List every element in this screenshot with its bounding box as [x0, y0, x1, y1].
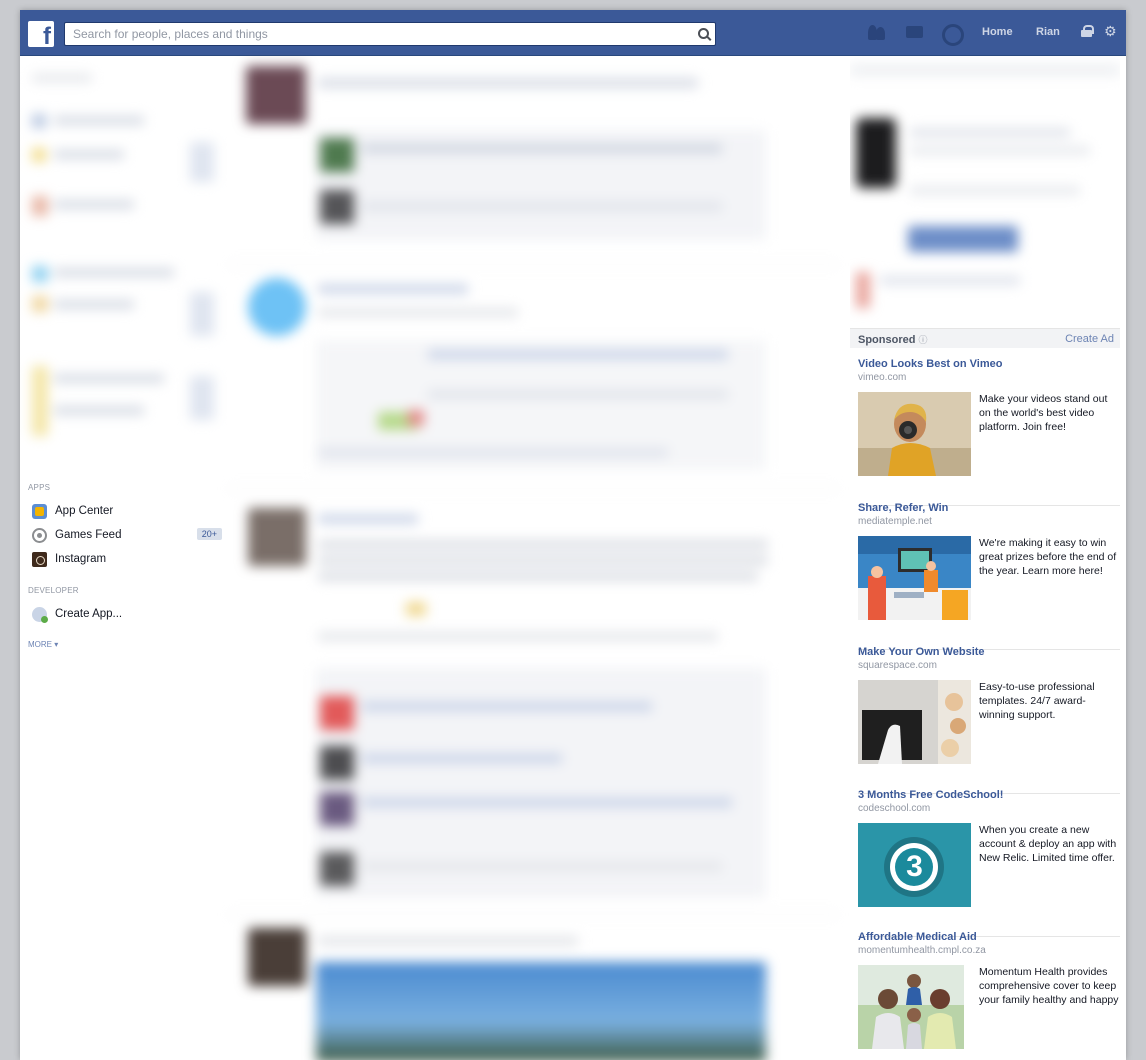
instagram-icon: [32, 551, 47, 567]
sponsored-title-text: Sponsored: [858, 334, 916, 346]
games-feed-count-badge: 20+: [196, 528, 222, 540]
home-link[interactable]: Home: [982, 26, 1013, 38]
developer-section-label: DEVELOPER: [28, 586, 79, 595]
sponsored-header: Sponsored ⓘ Create Ad: [850, 328, 1120, 348]
search-input[interactable]: [65, 23, 685, 45]
friends-icon[interactable]: [866, 23, 888, 43]
ad-body: We're making it easy to win great prizes…: [979, 537, 1117, 577]
ad-title[interactable]: Share, Refer, Win: [858, 502, 948, 514]
search-icon[interactable]: [698, 28, 709, 39]
ad-domain: momentumhealth.cmpl.co.za: [858, 945, 986, 956]
ad-image[interactable]: [858, 965, 964, 1049]
ad-image[interactable]: [858, 680, 971, 764]
browser-window: f Home Rian ⚙: [20, 10, 1126, 1060]
more-link[interactable]: MORE ▾: [28, 640, 58, 649]
app-center-icon: [32, 503, 47, 519]
profile-link[interactable]: Rian: [1036, 26, 1060, 38]
sidebar-item-label: Instagram: [55, 553, 107, 565]
ad-domain: mediatemple.net: [858, 516, 932, 527]
privacy-lock-icon[interactable]: [1081, 25, 1094, 37]
ad-image[interactable]: [858, 392, 971, 476]
create-app-icon: [32, 606, 48, 623]
ad-domain: vimeo.com: [858, 372, 907, 383]
gear-icon[interactable]: ⚙: [1104, 24, 1117, 38]
codeschool-image-number: 3: [906, 850, 923, 883]
sidebar-item-app-center[interactable]: App Center: [32, 502, 222, 520]
ad-title[interactable]: 3 Months Free CodeSchool!: [858, 789, 1003, 801]
ad-domain: codeschool.com: [858, 803, 931, 814]
left-sidebar: APPS App Center Games Feed 20+ Instagram…: [20, 56, 228, 1060]
facebook-logo-letter: f: [43, 23, 51, 50]
sponsored-ad[interactable]: Video Looks Best on Vimeo vimeo.com Make…: [858, 358, 1120, 506]
messages-icon[interactable]: [904, 23, 926, 43]
office-illustration-image: [858, 536, 971, 620]
ad-title[interactable]: Make Your Own Website: [858, 646, 985, 658]
sidebar-item-create-app[interactable]: Create App...: [32, 605, 222, 623]
blurred-right-top: [850, 56, 1120, 326]
notifications-icon[interactable]: [940, 23, 964, 46]
sponsored-ad[interactable]: 3 Months Free CodeSchool! codeschool.com…: [858, 789, 1120, 937]
ad-title[interactable]: Video Looks Best on Vimeo: [858, 358, 1002, 370]
website-template-image: [858, 680, 971, 764]
sponsored-title: Sponsored ⓘ: [858, 333, 927, 346]
ad-domain: squarespace.com: [858, 660, 937, 671]
ad-title[interactable]: Affordable Medical Aid: [858, 931, 977, 943]
create-ad-link[interactable]: Create Ad: [1065, 333, 1114, 345]
sponsored-ad[interactable]: Make Your Own Website squarespace.com Ea…: [858, 646, 1120, 794]
right-column: Sponsored ⓘ Create Ad Video Looks Best on…: [850, 56, 1120, 1060]
sidebar-item-label: App Center: [55, 505, 114, 517]
sidebar-item-label: Games Feed: [55, 529, 122, 541]
top-bar: f Home Rian ⚙: [20, 10, 1126, 56]
news-feed: [228, 56, 838, 1060]
ad-body: Momentum Health provides comprehensive c…: [979, 966, 1119, 1006]
ad-image[interactable]: [858, 536, 971, 620]
blurred-feed-content: [228, 56, 838, 1060]
ad-body: Make your videos stand out on the world'…: [979, 393, 1108, 433]
sponsored-ad[interactable]: Share, Refer, Win mediatemple.net We're …: [858, 502, 1120, 650]
sponsored-ad[interactable]: Affordable Medical Aid momentumhealth.cm…: [858, 931, 1120, 1060]
blurred-sidebar-items: [20, 56, 228, 456]
games-feed-icon: [32, 527, 47, 543]
search-box: [64, 22, 716, 46]
ad-body: When you create a new account & deploy a…: [979, 824, 1117, 864]
ad-choices-icon[interactable]: ⓘ: [918, 335, 927, 345]
facebook-logo[interactable]: f: [28, 21, 54, 50]
ad-body: Easy-to-use professional templates. 24/7…: [979, 681, 1095, 721]
sidebar-item-instagram[interactable]: Instagram: [32, 550, 222, 568]
apps-section-label: APPS: [28, 483, 51, 492]
ad-image[interactable]: 3: [858, 823, 971, 907]
sidebar-item-games-feed[interactable]: Games Feed 20+: [32, 526, 222, 544]
sidebar-item-label: Create App...: [55, 608, 123, 620]
photographer-image: [858, 392, 971, 476]
family-photo-image: [858, 965, 964, 1049]
